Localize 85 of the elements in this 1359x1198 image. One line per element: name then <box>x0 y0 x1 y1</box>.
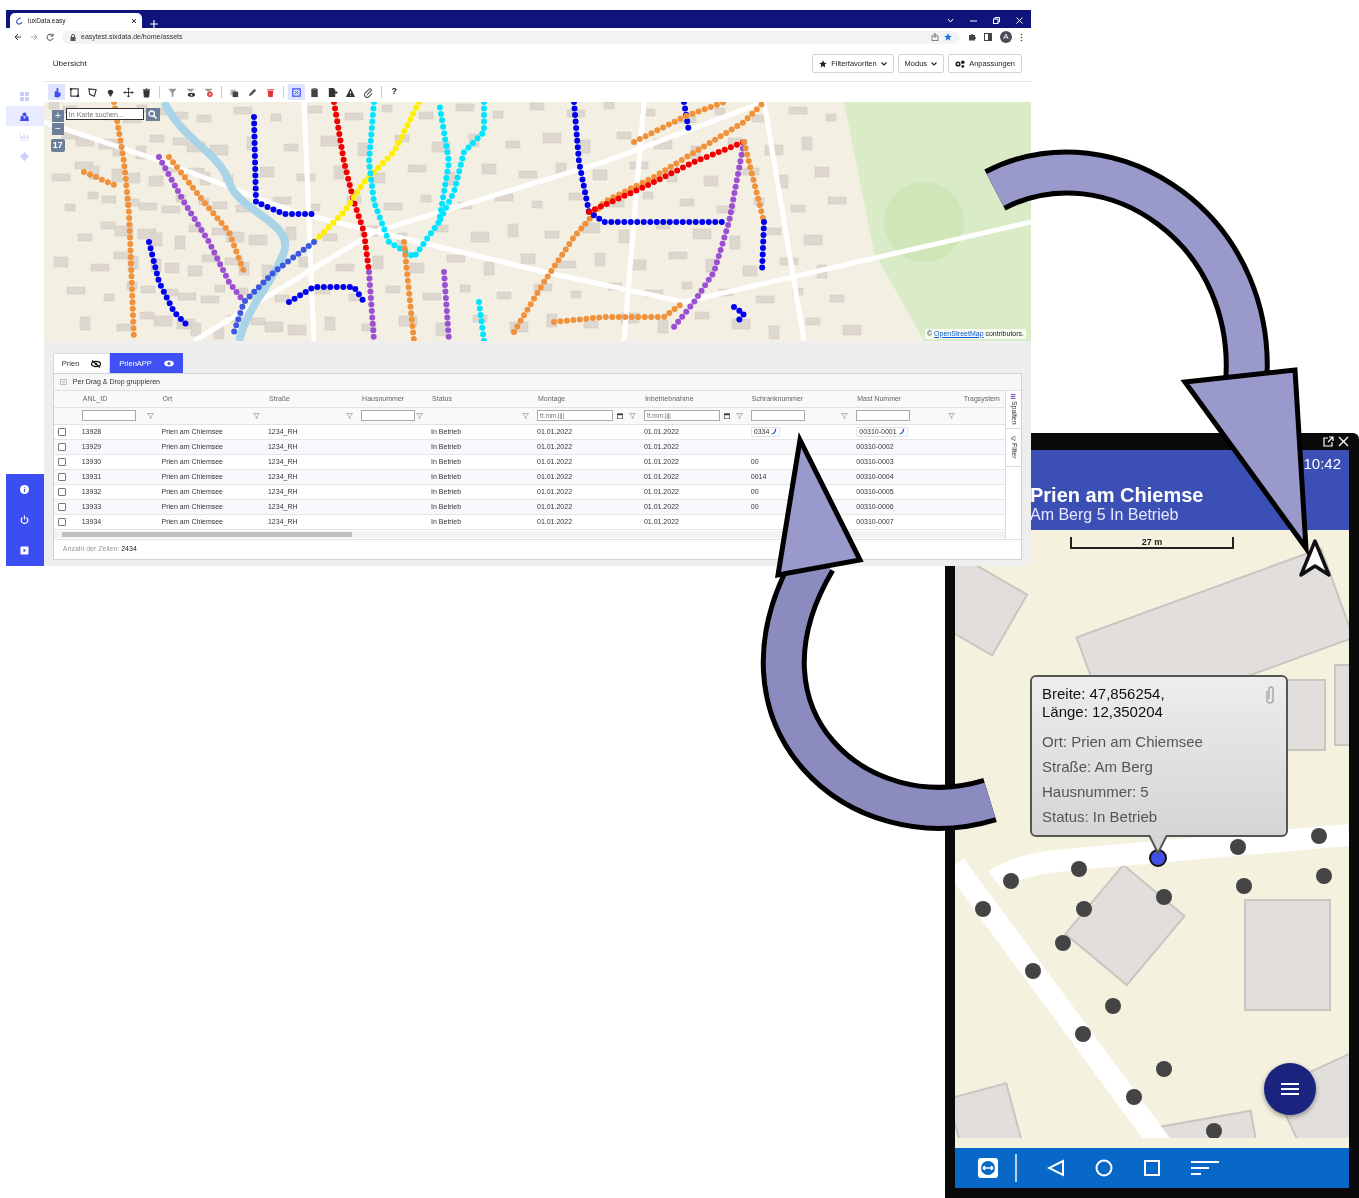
warning-icon <box>344 86 356 98</box>
popup-detail: Ort: Prien am Chiemsee <box>1042 732 1204 752</box>
gear-icon <box>20 151 30 161</box>
app-subtitle: Am Berg 5 In Betrieb <box>1030 506 1180 524</box>
calendar-icon[interactable] <box>617 412 623 419</box>
recent-apps-icon[interactable] <box>1143 1159 1161 1177</box>
group-icon <box>59 379 67 385</box>
trash-icon <box>140 86 152 98</box>
caret-icon <box>931 61 938 66</box>
navigation-arrow-icon[interactable] <box>1298 538 1332 578</box>
popup-detail: Straße: Am Berg <box>1042 757 1154 777</box>
columns-icon <box>1011 394 1016 400</box>
filter-icon <box>1011 436 1016 442</box>
row-checkbox[interactable] <box>57 502 66 511</box>
logo-icon <box>15 16 23 25</box>
row-checkbox[interactable] <box>57 442 66 451</box>
app-title: Prien am Chiemse <box>1030 484 1205 506</box>
filter-remove-icon <box>202 86 214 98</box>
logout-icon[interactable] <box>20 546 30 556</box>
pencil-icon <box>246 86 258 98</box>
rectangle-select-icon <box>68 86 80 98</box>
row-checkbox[interactable] <box>57 427 66 436</box>
move-icon <box>122 86 134 98</box>
external-link-icon[interactable] <box>1323 436 1334 447</box>
gears-icon <box>955 59 966 68</box>
star-icon <box>819 59 828 68</box>
remote-control-icon[interactable] <box>977 1157 999 1179</box>
puzzle-icon[interactable] <box>968 33 976 41</box>
filter-field[interactable] <box>750 410 805 421</box>
map-pin-icon <box>20 111 30 121</box>
new-tab-icon[interactable] <box>150 20 158 28</box>
chart-icon <box>20 131 30 141</box>
delete-icon <box>264 86 276 98</box>
pointer-tool-button[interactable] <box>47 84 65 100</box>
help-button[interactable]: ? <box>385 84 403 100</box>
horizontal-scrollbar[interactable] <box>53 531 1005 538</box>
popup-detail: Status: In Betrieb <box>1042 807 1159 827</box>
chevron-down-icon[interactable] <box>947 18 954 23</box>
menu-icon <box>1281 1082 1299 1096</box>
caret-icon <box>880 61 887 66</box>
search-icon <box>148 110 158 119</box>
sidebar-icon[interactable] <box>984 33 992 41</box>
eye-slash-icon <box>91 359 102 368</box>
paperclip-icon <box>362 86 374 98</box>
eye-icon <box>163 360 174 367</box>
back-icon[interactable] <box>14 33 22 41</box>
box-select-tool-button[interactable] <box>287 84 305 100</box>
row-checkbox[interactable] <box>57 487 66 496</box>
phone-icon[interactable] <box>898 428 905 435</box>
restore-icon[interactable] <box>993 17 1000 24</box>
page-title: Übersicht <box>52 57 87 70</box>
filter-icon <box>166 86 178 98</box>
row-checkbox[interactable] <box>57 517 66 526</box>
reload-icon[interactable] <box>46 33 54 41</box>
paperclip-icon[interactable] <box>1264 685 1276 705</box>
status-time: 10:42 <box>1303 453 1341 474</box>
close-icon[interactable] <box>131 17 137 24</box>
coordinates-text: Länge: 12,350204 <box>1042 703 1164 721</box>
popup-detail: Hausnummer: 5 <box>1042 782 1150 802</box>
polygon-select-icon <box>86 86 98 98</box>
star-icon[interactable] <box>944 33 952 41</box>
phone-icon[interactable] <box>771 428 778 435</box>
filter-eye-icon <box>184 86 196 98</box>
lock-icon <box>70 33 76 41</box>
calendar-icon[interactable] <box>723 412 730 419</box>
dashboard-icon <box>20 91 30 101</box>
info-icon[interactable] <box>20 484 30 494</box>
row-checkbox[interactable] <box>57 457 66 466</box>
filter-field[interactable] <box>361 410 416 421</box>
minimize-icon[interactable] <box>970 18 977 23</box>
home-icon[interactable] <box>1095 1159 1113 1177</box>
filter-field[interactable] <box>856 410 911 421</box>
clipboard-icon <box>308 86 320 98</box>
box-select-icon <box>290 86 302 98</box>
power-icon[interactable] <box>20 515 30 525</box>
profile-avatar[interactable]: A <box>1000 31 1012 43</box>
share-icon[interactable] <box>931 33 939 41</box>
lines-icon[interactable] <box>1191 1160 1219 1176</box>
export-icon <box>326 86 338 98</box>
coordinates-text: Breite: 47,856254, <box>1042 685 1165 703</box>
sidebar-item[interactable] <box>6 106 44 126</box>
row-checkbox[interactable] <box>57 472 66 481</box>
scale-bar: 27 m <box>1070 537 1234 549</box>
filter-field[interactable] <box>81 410 136 421</box>
map-drawing[interactable] <box>43 102 1031 341</box>
